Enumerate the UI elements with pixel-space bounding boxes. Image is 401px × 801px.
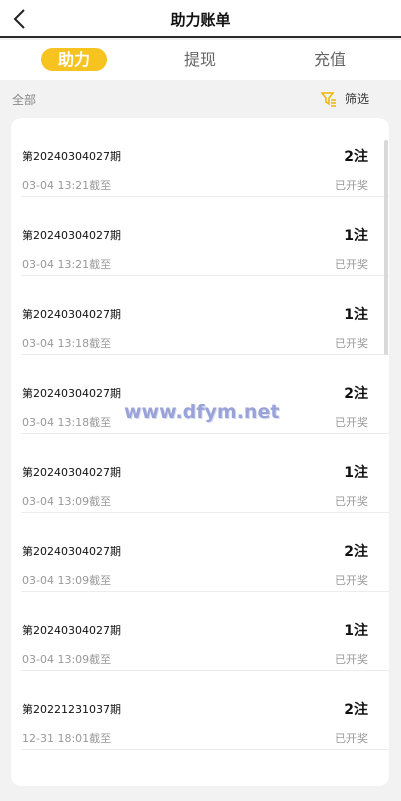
scrollbar[interactable] <box>384 140 388 355</box>
deadline-time: 03-04 13:21截至 <box>22 179 112 192</box>
status-text: 已开奖 <box>335 416 368 429</box>
entry-count: 1注 <box>344 307 368 323</box>
list-item[interactable]: 第20221231037期 2注 12-31 18:01截至 已开奖 <box>21 671 389 750</box>
deadline-time: 03-04 13:18截至 <box>22 337 112 350</box>
entry-count: 2注 <box>344 544 368 560</box>
issue-number: 第20240304027期 <box>22 387 121 400</box>
tab-assist[interactable]: 助力 <box>41 48 107 71</box>
tab-recharge[interactable]: 充值 <box>297 48 363 71</box>
tab-withdraw[interactable]: 提现 <box>167 48 233 71</box>
filter-bar: 全部 筛选 <box>0 80 401 116</box>
list-item[interactable]: 第20240304027期 2注 03-04 13:09截至 已开奖 <box>21 513 389 592</box>
deadline-time: 03-04 13:09截至 <box>22 653 112 666</box>
filter-icon <box>320 91 336 107</box>
list-item[interactable]: 第20240304027期 1注 03-04 13:09截至 已开奖 <box>21 592 389 671</box>
page-title: 助力账单 <box>170 11 231 29</box>
watermark-text: www.dfym.net <box>124 401 280 423</box>
entry-count: 2注 <box>344 386 368 402</box>
issue-number: 第20221231037期 <box>22 703 121 716</box>
deadline-time: 03-04 13:18截至 <box>22 416 112 429</box>
list-item[interactable]: 第20240304027期 2注 03-04 13:21截至 已开奖 <box>21 118 389 197</box>
entry-count: 2注 <box>344 702 368 718</box>
records-list[interactable]: 第20240304027期 2注 03-04 13:21截至 已开奖 第2024… <box>11 118 389 786</box>
issue-number: 第20240304027期 <box>22 150 121 163</box>
issue-number: 第20240304027期 <box>22 466 121 479</box>
all-records-label[interactable]: 全部 <box>12 91 36 108</box>
issue-number: 第20240304027期 <box>22 229 121 242</box>
status-text: 已开奖 <box>335 258 368 271</box>
entry-count: 1注 <box>344 465 368 481</box>
top-nav-bar: 助力账单 <box>0 0 401 38</box>
status-text: 已开奖 <box>335 179 368 192</box>
list-item[interactable]: 第20240304027期 1注 03-04 13:09截至 已开奖 <box>21 434 389 513</box>
status-text: 已开奖 <box>335 495 368 508</box>
issue-number: 第20240304027期 <box>22 545 121 558</box>
filter-label: 筛选 <box>344 92 369 106</box>
list-item[interactable]: 第20240304027期 1注 03-04 13:18截至 已开奖 <box>21 276 389 355</box>
entry-count: 1注 <box>344 228 368 244</box>
filter-button[interactable]: 筛选 <box>320 90 369 107</box>
issue-number: 第20240304027期 <box>22 624 121 637</box>
status-text: 已开奖 <box>335 653 368 666</box>
status-text: 已开奖 <box>335 732 368 745</box>
entry-count: 1注 <box>344 623 368 639</box>
issue-number: 第20240304027期 <box>22 308 121 321</box>
status-text: 已开奖 <box>335 337 368 350</box>
entry-count: 2注 <box>344 149 368 165</box>
list-item[interactable]: 第20240304027期 1注 03-04 13:21截至 已开奖 <box>21 197 389 276</box>
deadline-time: 03-04 13:09截至 <box>22 574 112 587</box>
deadline-time: 03-04 13:21截至 <box>22 258 112 271</box>
deadline-time: 03-04 13:09截至 <box>22 495 112 508</box>
status-text: 已开奖 <box>335 574 368 587</box>
deadline-time: 12-31 18:01截至 <box>22 732 112 745</box>
tab-bar: 助力 提现 充值 <box>0 40 401 80</box>
